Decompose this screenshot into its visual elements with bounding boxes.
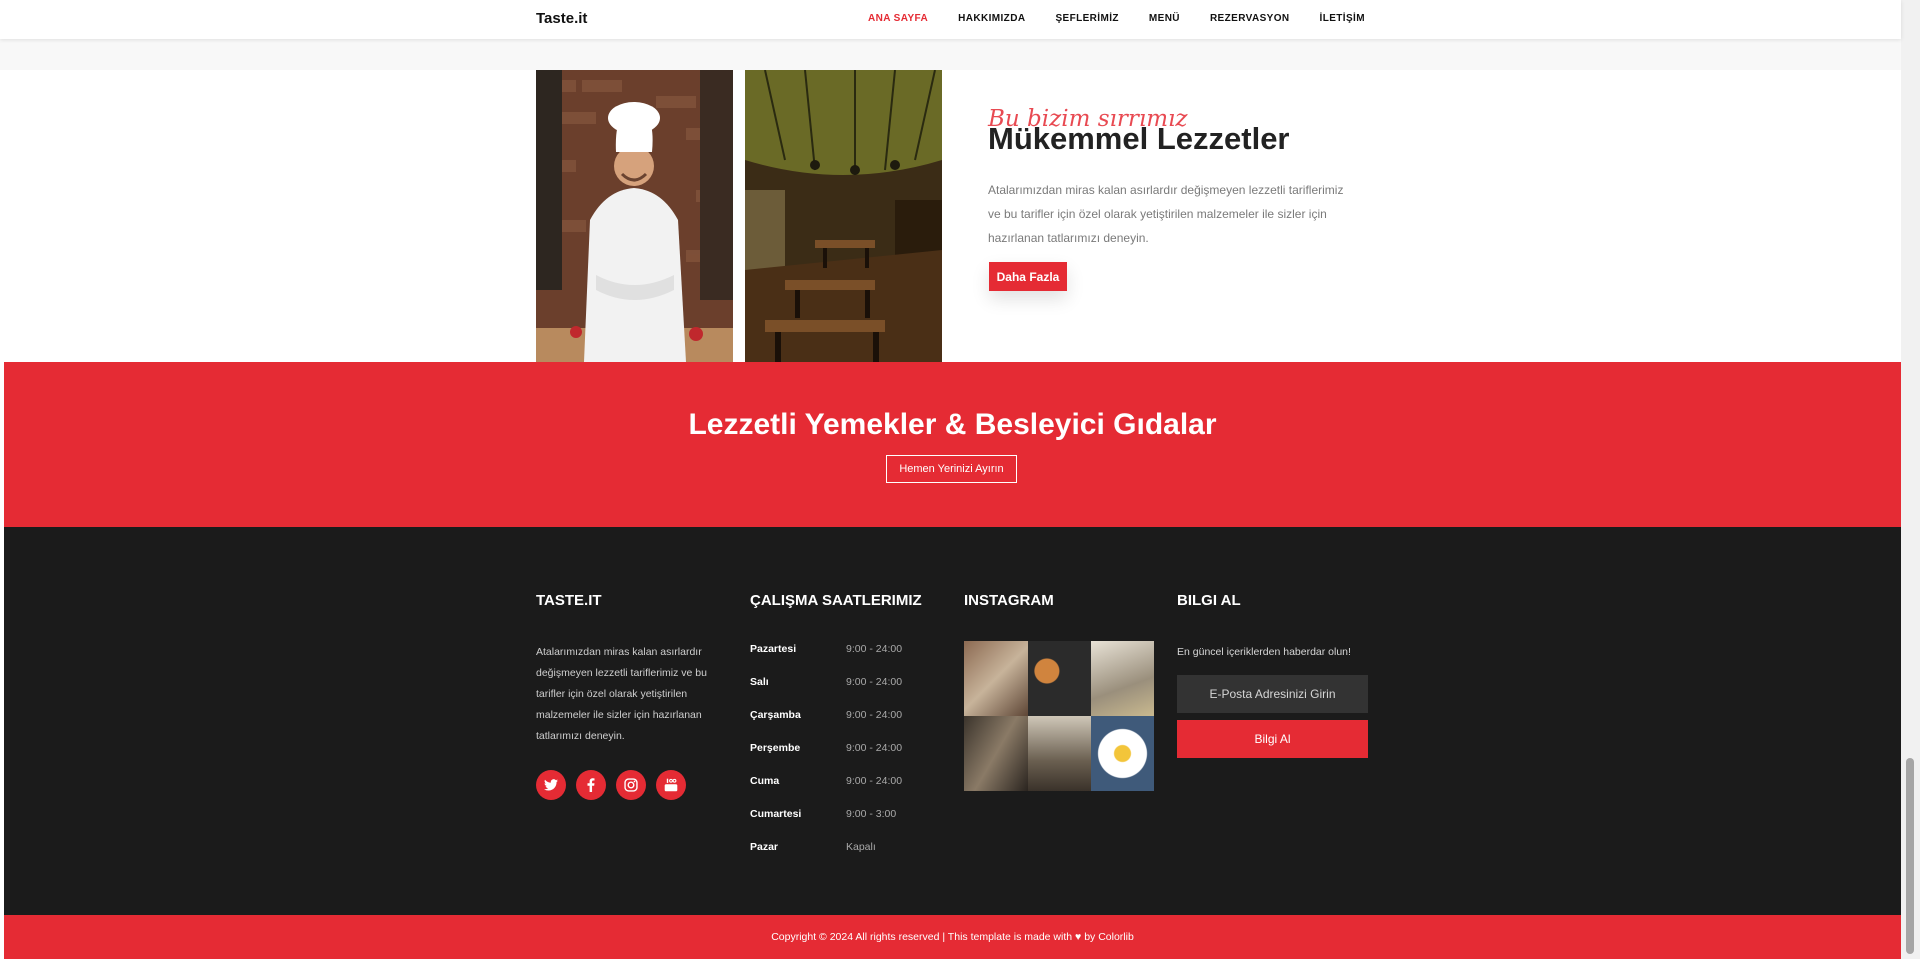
footer: TASTE.IT Atalarımızdan miras kalan asırl… <box>4 527 1901 915</box>
subscribe-button[interactable]: Bilgi Al <box>1177 720 1368 758</box>
newsletter-description: En güncel içeriklerden haberdar olun! <box>1177 646 1351 658</box>
hours-row: Cuma 9:00 - 24:00 <box>750 775 902 808</box>
more-button[interactable]: Daha Fazla <box>989 262 1067 291</box>
instagram-photo[interactable] <box>964 716 1028 791</box>
instagram-photo[interactable] <box>1028 641 1091 716</box>
scrollbar-thumb[interactable] <box>1906 758 1914 954</box>
hours-time: 9:00 - 3:00 <box>846 808 897 820</box>
instagram-gallery <box>964 641 1154 791</box>
instagram-photo[interactable] <box>1091 716 1154 791</box>
hours-row: Çarşamba 9:00 - 24:00 <box>750 709 902 742</box>
hours-day: Cuma <box>750 775 780 787</box>
hours-row: Pazar Kapalı <box>750 841 902 874</box>
footer-description: Atalarımızdan miras kalan asırlardır değ… <box>536 646 707 742</box>
hours-day: Perşembe <box>750 742 801 754</box>
hours-time: 9:00 - 24:00 <box>846 643 903 655</box>
footer-brand-title: TASTE.IT <box>536 592 602 609</box>
youtube-icon[interactable] <box>656 770 686 800</box>
hours-time: Kapalı <box>846 841 876 853</box>
social-links <box>536 770 696 800</box>
hours-day: Pazar <box>750 841 779 853</box>
instagram-title: INSTAGRAM <box>964 592 1054 609</box>
hours-row: Salı 9:00 - 24:00 <box>750 676 902 709</box>
hours-title: ÇALIŞMA SAATLERIMIZ <box>750 592 922 609</box>
newsletter-title: BILGI AL <box>1177 592 1241 609</box>
restaurant-photo <box>745 70 942 362</box>
email-input[interactable]: E-Posta Adresinizi Girin <box>1177 675 1368 713</box>
nav-menu[interactable]: MENÜ <box>1149 13 1180 24</box>
main-nav: ANA SAYFA HAKKIMIZDA ŞEFLERİMİZ MENÜ REZ… <box>868 13 1395 24</box>
reservation-banner: Lezzetli Yemekler & Besleyici Gıdalar He… <box>4 362 1901 527</box>
hours-day: Salı <box>750 676 769 688</box>
top-navbar: Taste.it ANA SAYFA HAKKIMIZDA ŞEFLERİMİZ… <box>0 0 1901 39</box>
instagram-photo[interactable] <box>1028 716 1091 791</box>
chef-photo <box>536 70 733 362</box>
hours-time: 9:00 - 24:00 <box>846 709 903 721</box>
twitter-icon[interactable] <box>536 770 566 800</box>
hours-day: Çarşamba <box>750 709 801 721</box>
hours-time: 9:00 - 24:00 <box>846 742 903 754</box>
about-description: Atalarımızdan miras kalan asırlardır değ… <box>988 183 1344 245</box>
book-table-button[interactable]: Hemen Yerinizi Ayırın <box>886 455 1017 483</box>
banner-title: Lezzetli Yemekler & Besleyici Gıdalar <box>688 408 1217 441</box>
scrollbar[interactable] <box>1901 0 1920 959</box>
copyright-before: Copyright © 2024 All rights reserved | T… <box>771 931 1073 943</box>
heart-icon: ♥ <box>1075 931 1082 943</box>
facebook-icon[interactable] <box>576 770 606 800</box>
nav-chefs[interactable]: ŞEFLERİMİZ <box>1055 13 1118 24</box>
about-title: Mükemmel Lezzetler <box>988 121 1290 156</box>
hours-time: 9:00 - 24:00 <box>846 775 903 787</box>
hours-row: Pazartesi 9:00 - 24:00 <box>750 643 902 676</box>
hours-row: Cumartesi 9:00 - 3:00 <box>750 808 902 841</box>
nav-contact[interactable]: İLETİŞİM <box>1320 13 1365 24</box>
copyright-bar: Copyright © 2024 All rights reserved | T… <box>4 915 1901 959</box>
nav-about[interactable]: HAKKIMIZDA <box>958 13 1025 24</box>
hours-day: Cumartesi <box>750 808 802 820</box>
brand-logo[interactable]: Taste.it <box>536 10 587 27</box>
instagram-photo[interactable] <box>964 641 1028 716</box>
section-divider <box>0 39 1901 70</box>
copyright-link[interactable]: by Colorlib <box>1084 931 1134 943</box>
hours-time: 9:00 - 24:00 <box>846 676 903 688</box>
instagram-photo[interactable] <box>1091 641 1154 716</box>
nav-reservation[interactable]: REZERVASYON <box>1210 13 1290 24</box>
opening-hours-list: Pazartesi 9:00 - 24:00 Salı 9:00 - 24:00 Ç… <box>750 643 902 874</box>
copyright-text: Copyright © 2024 All rights reserved | T… <box>4 931 1901 943</box>
hours-day: Pazartesi <box>750 643 797 655</box>
nav-home[interactable]: ANA SAYFA <box>868 13 928 24</box>
hours-row: Perşembe 9:00 - 24:00 <box>750 742 902 775</box>
instagram-icon[interactable] <box>616 770 646 800</box>
